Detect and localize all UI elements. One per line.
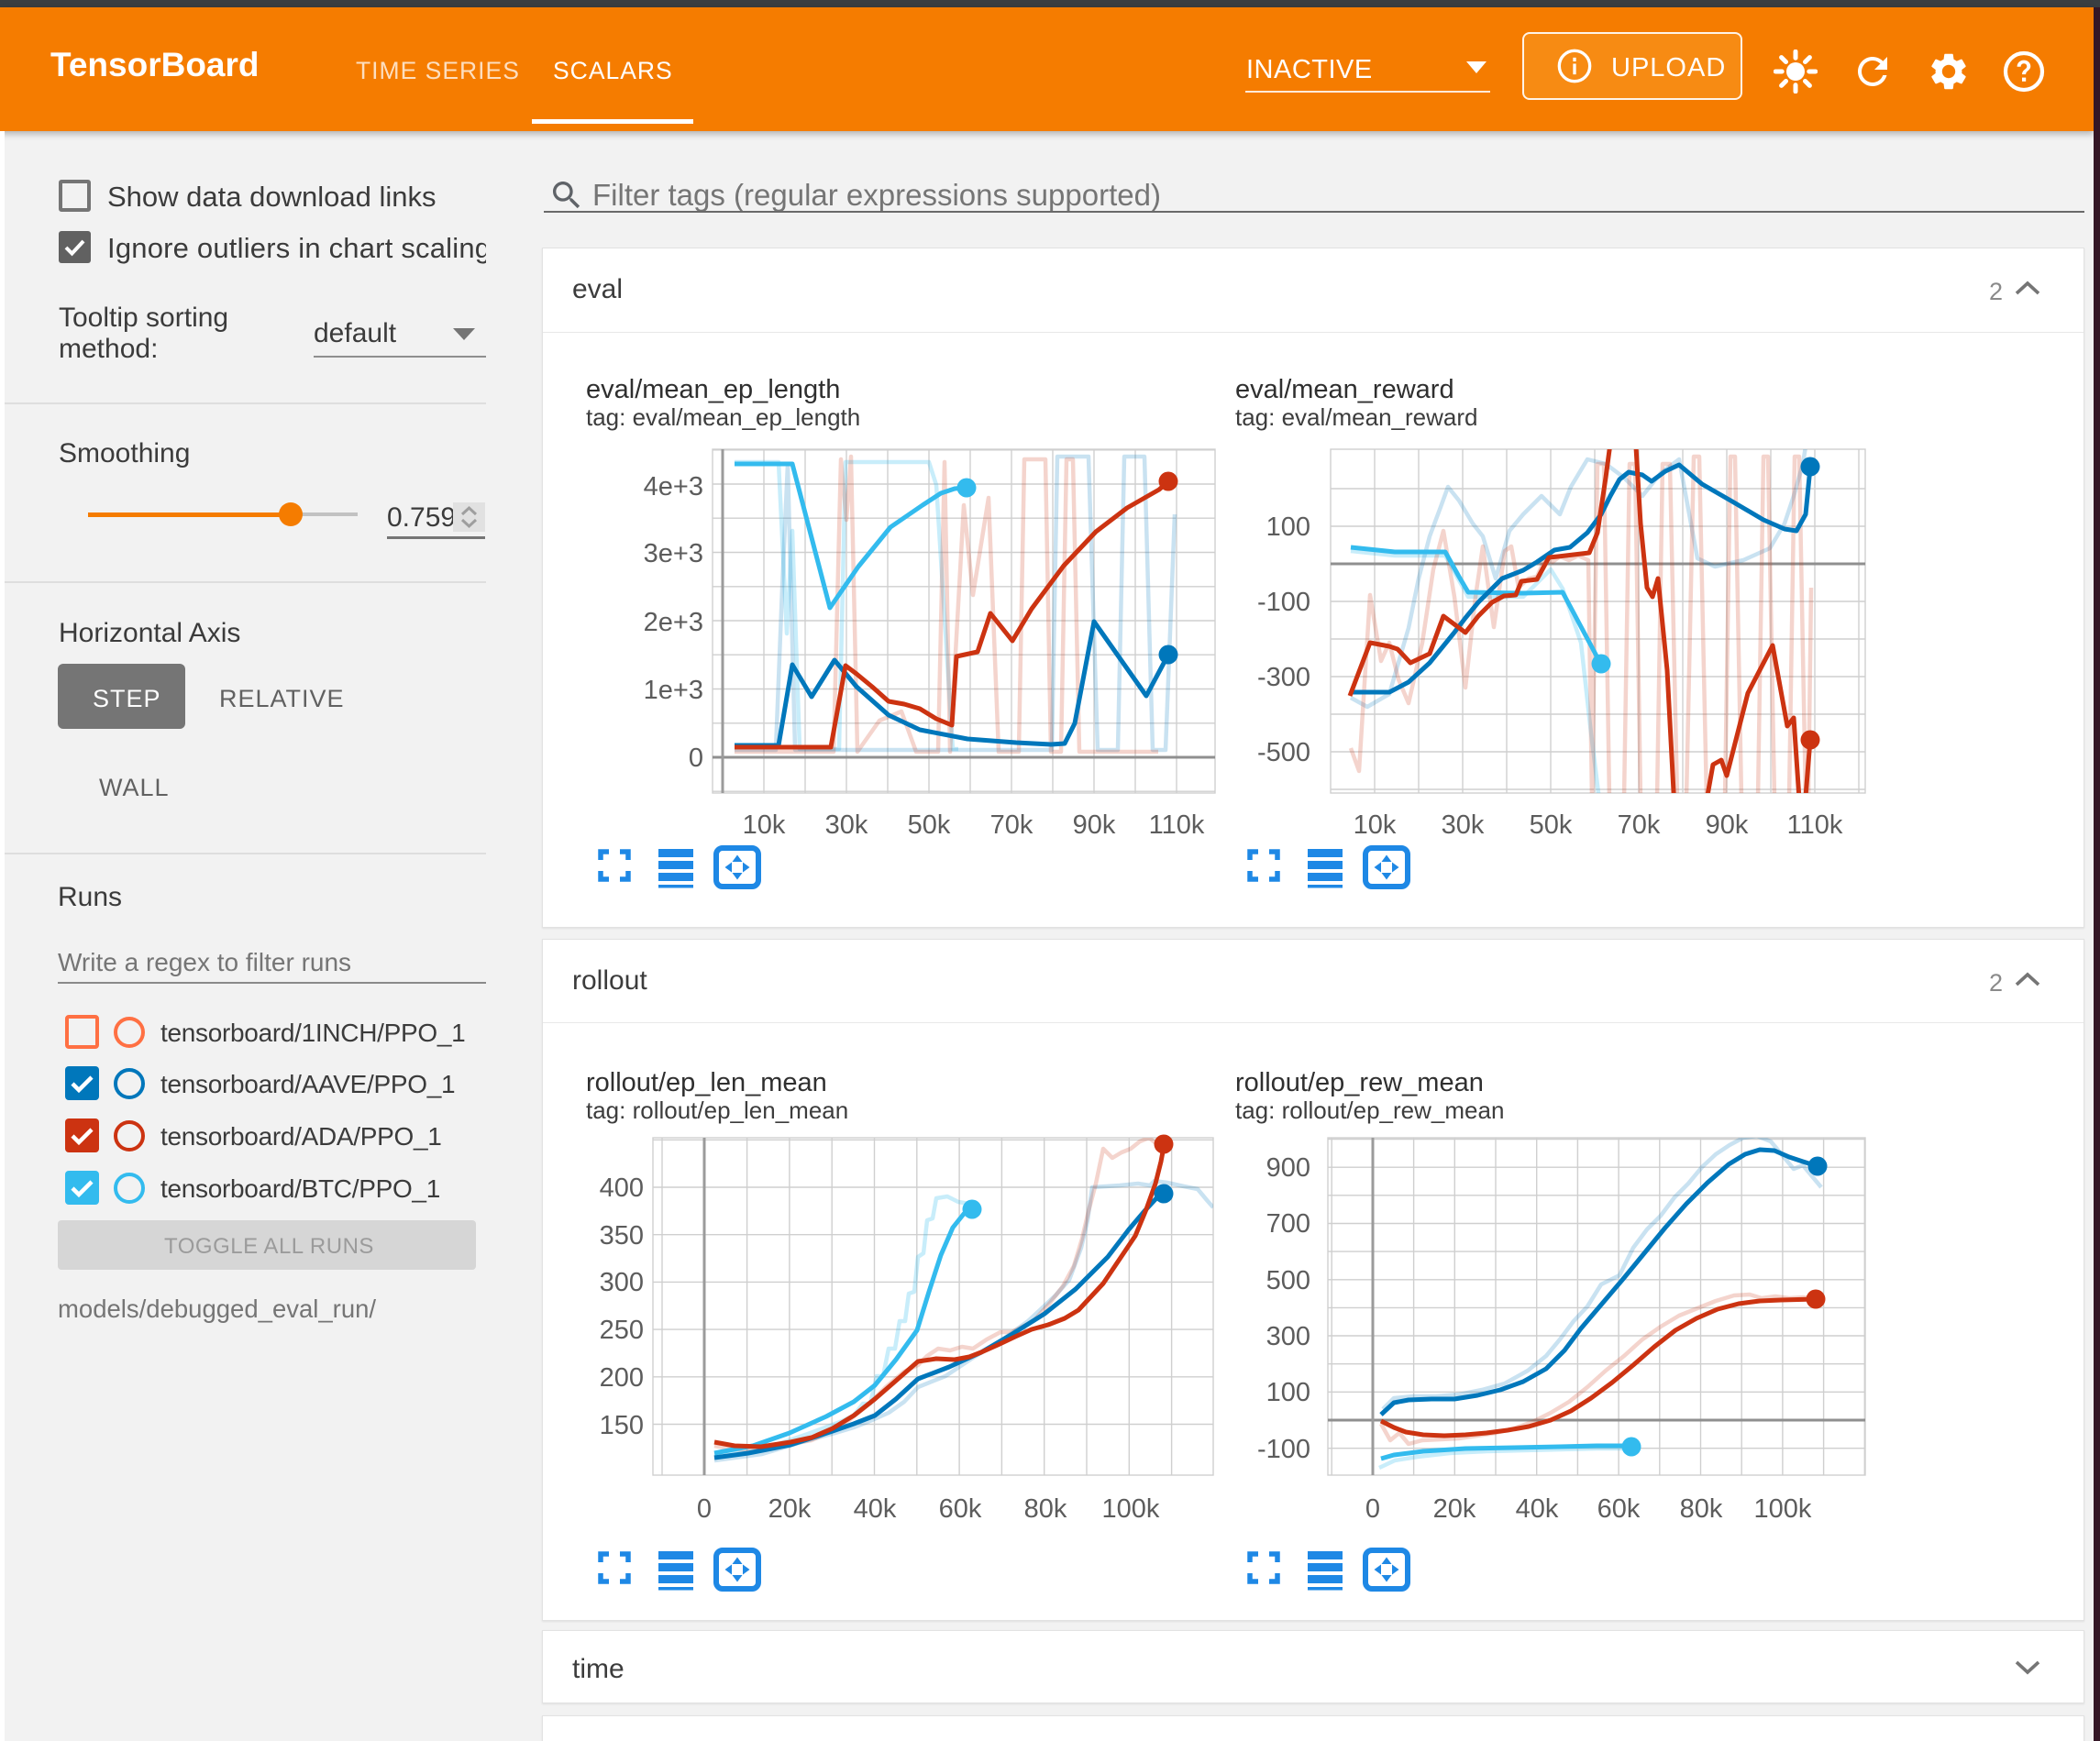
svg-text:80k: 80k [1680, 1494, 1723, 1524]
svg-text:40k: 40k [1516, 1494, 1559, 1524]
svg-text:90k: 90k [1073, 810, 1116, 840]
svg-text:80k: 80k [1024, 1494, 1067, 1524]
svg-text:60k: 60k [1597, 1494, 1641, 1524]
svg-text:tag: rollout/ep_rew_mean: tag: rollout/ep_rew_mean [1235, 1096, 1504, 1124]
svg-text:10k: 10k [1354, 810, 1397, 840]
svg-text:110k: 110k [1787, 810, 1843, 840]
svg-text:50k: 50k [1530, 810, 1573, 840]
svg-text:4e+3: 4e+3 [644, 472, 703, 501]
svg-text:90k: 90k [1706, 810, 1749, 840]
svg-text:0: 0 [1365, 1494, 1380, 1524]
svg-text:-300: -300 [1257, 663, 1310, 692]
svg-text:30k: 30k [1442, 810, 1485, 840]
svg-text:30k: 30k [825, 810, 868, 840]
svg-text:tag: eval/mean_ep_length: tag: eval/mean_ep_length [586, 403, 860, 431]
svg-text:60k: 60k [939, 1494, 982, 1524]
svg-text:3e+3: 3e+3 [644, 539, 703, 568]
svg-text:rollout/ep_len_mean: rollout/ep_len_mean [586, 1068, 827, 1097]
svg-text:20k: 20k [1433, 1494, 1476, 1524]
svg-text:-100: -100 [1257, 1435, 1310, 1464]
svg-text:eval/mean_ep_length: eval/mean_ep_length [586, 375, 840, 404]
svg-text:100k: 100k [1102, 1494, 1160, 1524]
svg-text:700: 700 [1266, 1209, 1310, 1239]
svg-text:-500: -500 [1257, 738, 1310, 767]
svg-text:1e+3: 1e+3 [644, 676, 703, 705]
svg-text:rollout/ep_rew_mean: rollout/ep_rew_mean [1235, 1068, 1484, 1097]
svg-text:-100: -100 [1257, 588, 1310, 617]
svg-text:0: 0 [689, 744, 703, 773]
svg-text:100: 100 [1266, 1378, 1310, 1407]
svg-text:tag: rollout/ep_len_mean: tag: rollout/ep_len_mean [586, 1096, 848, 1124]
svg-text:500: 500 [1266, 1266, 1310, 1295]
svg-text:40k: 40k [854, 1494, 897, 1524]
svg-text:70k: 70k [990, 810, 1033, 840]
svg-text:300: 300 [1266, 1322, 1310, 1351]
svg-text:100: 100 [1266, 512, 1310, 542]
svg-text:10k: 10k [743, 810, 786, 840]
svg-text:2e+3: 2e+3 [644, 608, 703, 637]
svg-text:250: 250 [600, 1316, 644, 1345]
svg-text:50k: 50k [908, 810, 951, 840]
svg-text:70k: 70k [1618, 810, 1661, 840]
svg-text:0: 0 [697, 1494, 712, 1524]
svg-text:400: 400 [600, 1174, 644, 1203]
svg-text:100k: 100k [1754, 1494, 1812, 1524]
svg-text:tag: eval/mean_reward: tag: eval/mean_reward [1235, 403, 1477, 431]
svg-text:350: 350 [600, 1221, 644, 1251]
svg-text:150: 150 [600, 1411, 644, 1440]
svg-text:900: 900 [1266, 1153, 1310, 1183]
svg-text:300: 300 [600, 1268, 644, 1297]
svg-text:200: 200 [600, 1363, 644, 1393]
svg-text:110k: 110k [1149, 810, 1205, 840]
svg-text:eval/mean_reward: eval/mean_reward [1235, 375, 1454, 404]
svg-text:20k: 20k [768, 1494, 812, 1524]
